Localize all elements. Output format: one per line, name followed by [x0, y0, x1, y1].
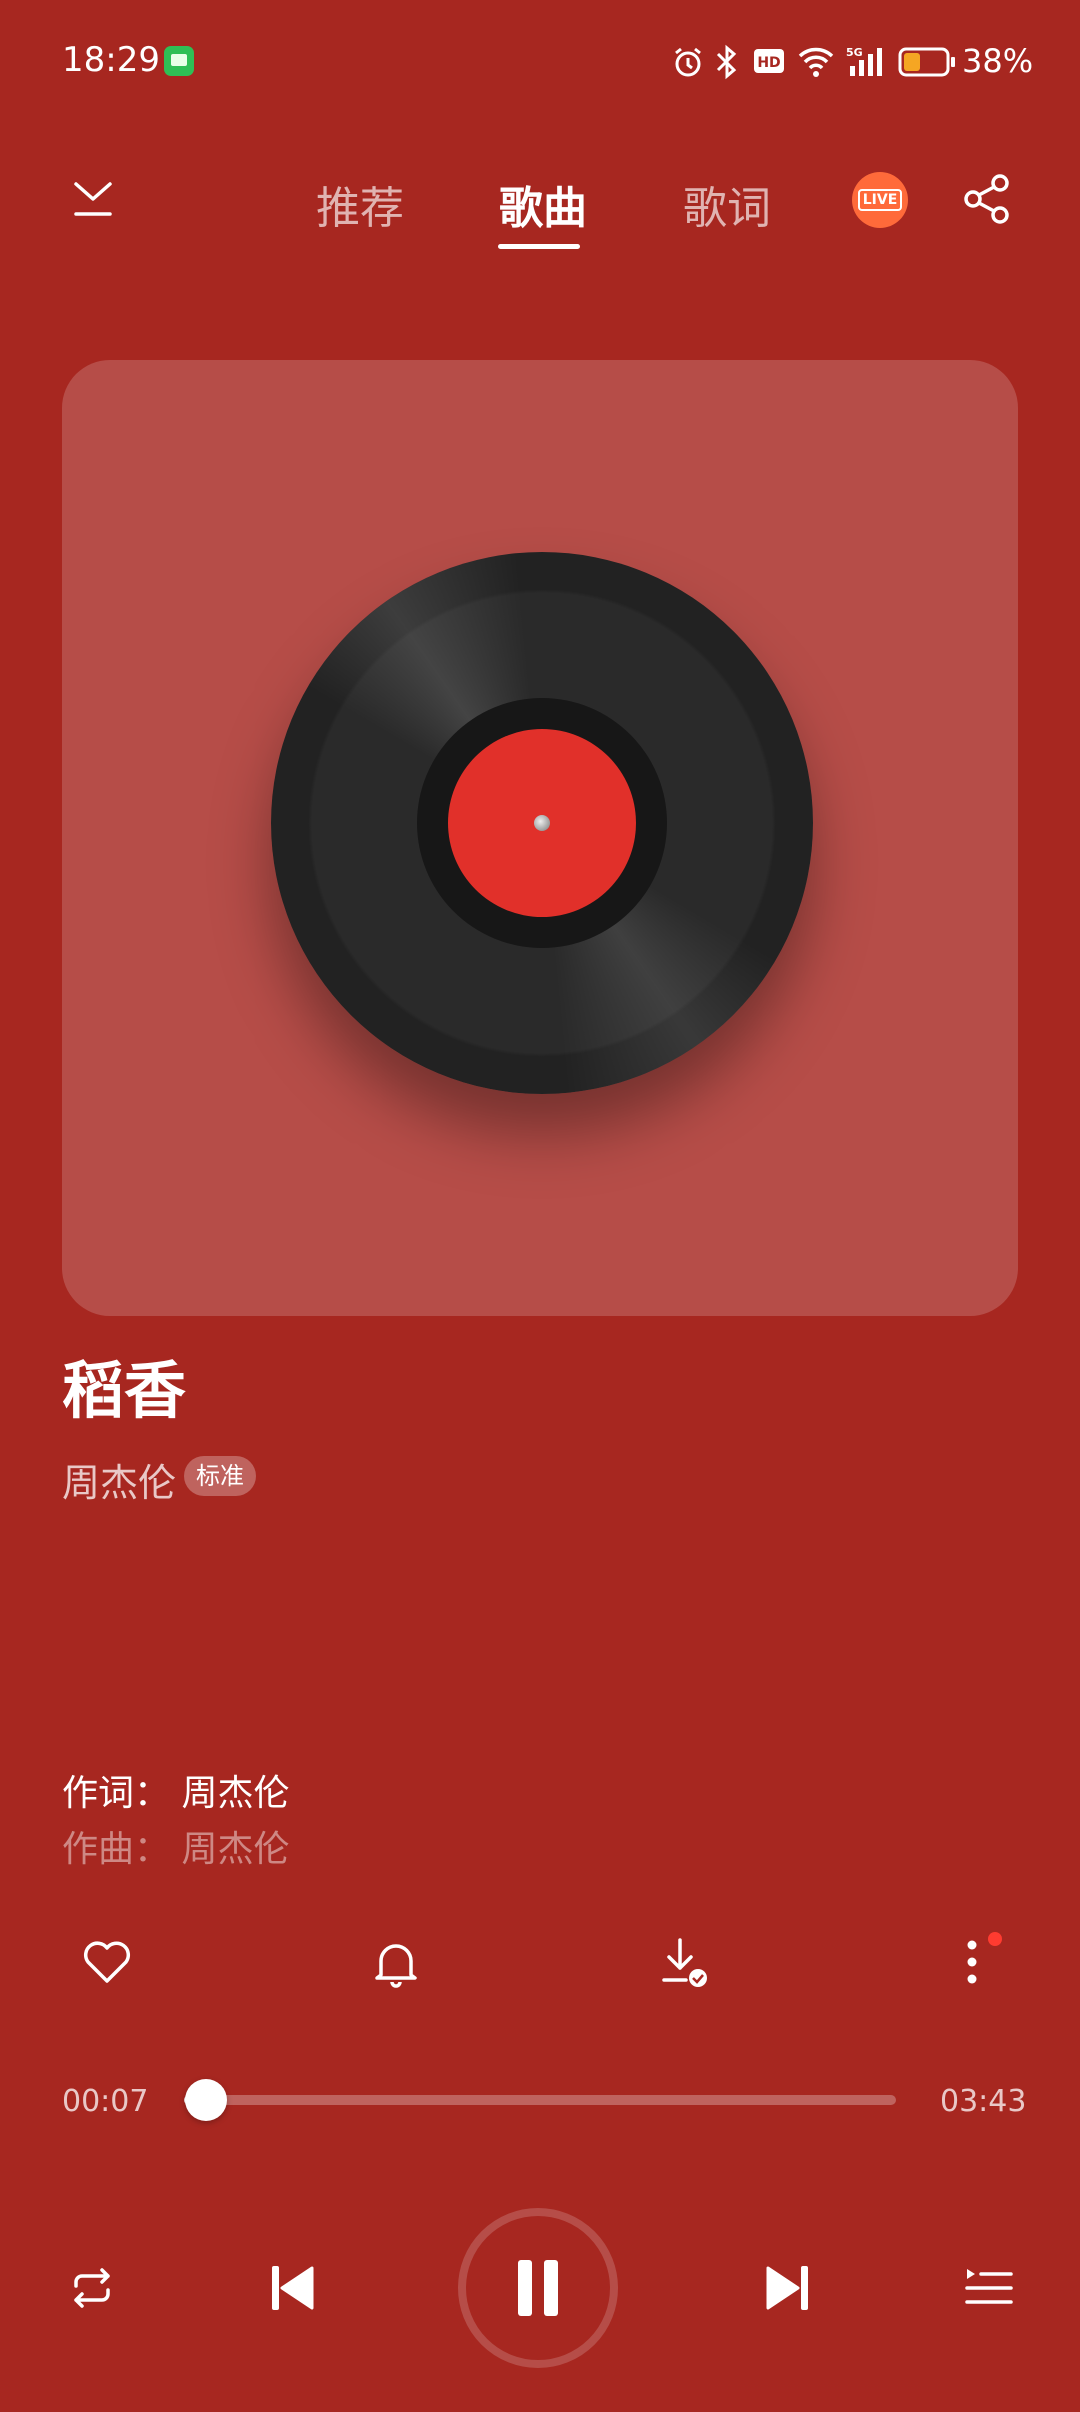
skip-previous-icon — [272, 2266, 314, 2310]
notification-dot — [988, 1932, 1002, 1946]
more-vertical-icon — [967, 1940, 977, 1984]
message-app-icon — [164, 46, 194, 76]
elapsed-time: 00:07 — [62, 2084, 149, 2119]
download-button[interactable] — [652, 1930, 716, 1994]
vinyl-spindle — [534, 815, 550, 831]
battery-percent: 38% — [962, 42, 1034, 80]
wifi-icon — [798, 47, 834, 77]
next-button[interactable] — [754, 2254, 822, 2322]
download-icon — [662, 1938, 707, 1987]
progress-track[interactable] — [184, 2095, 896, 2105]
repeat-button[interactable] — [62, 2258, 122, 2318]
bell-icon — [375, 1944, 417, 1988]
like-button[interactable] — [75, 1930, 139, 1994]
tab-lyrics[interactable]: 歌词 — [683, 172, 771, 236]
repeat-icon — [74, 2268, 110, 2308]
tab-underline — [498, 244, 580, 249]
svg-text:HD: HD — [757, 55, 780, 71]
cellular-5g-icon: 5G — [846, 46, 882, 76]
vinyl-record — [271, 552, 813, 1094]
total-time: 03:43 — [940, 2084, 1027, 2119]
share-icon[interactable] — [960, 172, 1014, 226]
lyricist-credit: 作词： 周杰伦 — [62, 1773, 290, 1814]
pause-button[interactable] — [508, 2258, 568, 2318]
composer-credit: 作曲： 周杰伦 — [62, 1829, 290, 1870]
previous-button[interactable] — [258, 2254, 326, 2322]
live-label: LIVE — [857, 189, 903, 211]
battery-icon — [898, 47, 955, 77]
playlist-icon — [965, 2269, 1013, 2304]
status-time: 18:29 — [62, 40, 160, 80]
chevron-down-icon[interactable] — [70, 176, 116, 222]
tab-recommend[interactable]: 推荐 — [316, 172, 404, 236]
alarm-icon — [675, 47, 701, 77]
hd-icon: HD — [754, 49, 784, 73]
quality-badge[interactable]: 标准 — [184, 1456, 256, 1496]
skip-next-icon — [766, 2266, 808, 2310]
tab-song[interactable]: 歌曲 — [499, 172, 587, 236]
pause-icon — [518, 2260, 558, 2316]
bluetooth-icon — [716, 44, 737, 80]
playlist-button[interactable] — [958, 2258, 1018, 2318]
song-title: 稻香 — [62, 1354, 187, 1427]
live-button[interactable]: LIVE — [852, 172, 908, 228]
heart-icon — [83, 1941, 131, 1983]
progress-thumb[interactable] — [185, 2079, 228, 2121]
svg-text:5G: 5G — [846, 46, 863, 59]
ringtone-button[interactable] — [364, 1930, 428, 1994]
artist-name[interactable]: 周杰伦 — [62, 1452, 176, 1507]
